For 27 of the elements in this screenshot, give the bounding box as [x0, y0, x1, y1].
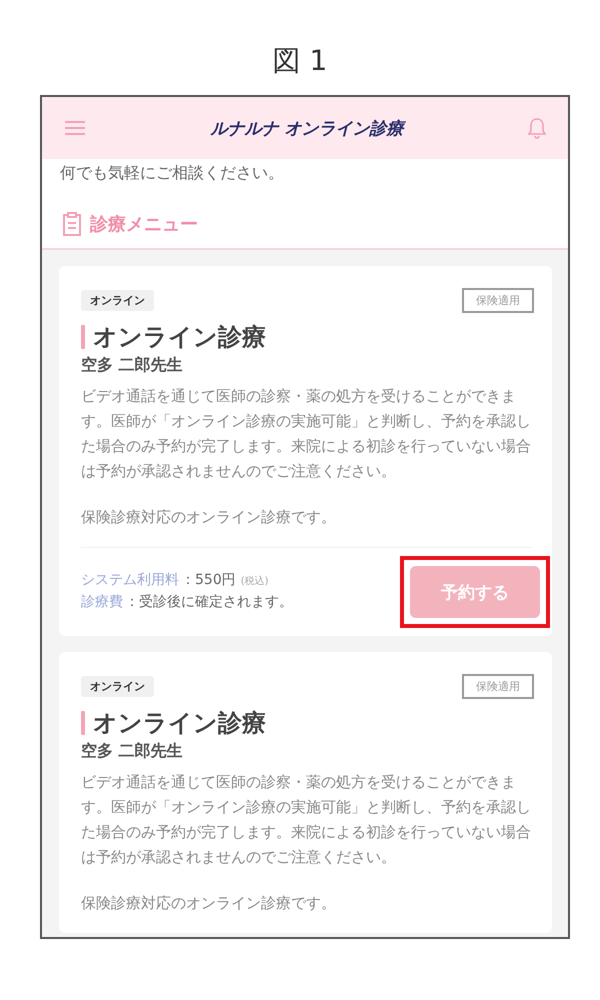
accent-bar	[81, 711, 85, 735]
clipboard-icon	[62, 212, 82, 236]
tag: オンライン	[81, 676, 154, 697]
insurance-badge: 保険適用	[462, 288, 534, 313]
card-title: オンライン診療	[93, 708, 266, 739]
fee-label: 診療費	[81, 593, 123, 611]
fee-value: ：550円	[181, 571, 236, 589]
note: 保険診療対応のオンライン診療です。	[81, 894, 337, 913]
description: ビデオ通話を通じて医師の診察・薬の処方を受けることができます。医師が「オンライン診療の実施可能」と判断し、予約を承認した場合のみ予約が完了します。来院による初診を行っていない場合は予約が承認されませんのでご注意ください。	[81, 772, 532, 868]
tax-note: (税込)	[240, 574, 269, 588]
menu-icon[interactable]	[64, 120, 86, 136]
intro-text: 何でも気軽にご相談ください。	[60, 163, 285, 184]
note: 保険診療対応のオンライン診療です。	[81, 508, 337, 527]
doctor-name: 空多 二郎先生	[81, 741, 184, 762]
figure-caption: 図 1	[272, 43, 328, 79]
accent-bar	[81, 325, 85, 349]
reserve-button[interactable]: 予約する	[410, 566, 540, 618]
tag: オンライン	[81, 290, 154, 311]
doctor-name: 空多 二郎先生	[81, 355, 184, 376]
description: ビデオ通話を通じて医師の診察・薬の処方を受けることができます。医師が「オンライン診療の実施可能」と判断し、予約を承認した場合のみ予約が完了します。来院による初診を行っていない場合は予約が承認されませんのでご注意ください。	[81, 386, 532, 482]
insurance-badge: 保険適用	[462, 674, 534, 699]
bell-icon[interactable]	[528, 117, 546, 139]
app-title: ルナルナ オンライン診療	[96, 116, 518, 140]
fee-value: ：受診後に確定されます。	[125, 593, 293, 611]
section-title: 診療メニュー	[90, 213, 198, 236]
fee-label: システム利用料	[81, 571, 179, 589]
card-title: オンライン診療	[93, 322, 266, 353]
